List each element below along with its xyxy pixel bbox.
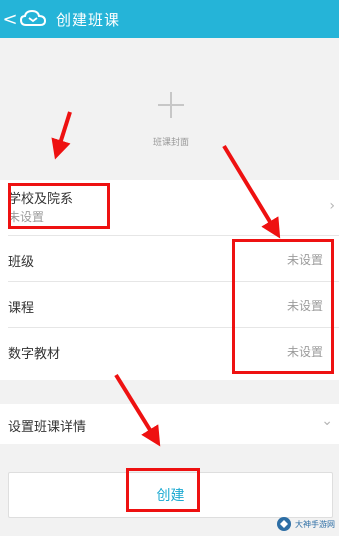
chevron-down-icon: ⌄ — [321, 413, 333, 429]
chevron-right-icon: › — [329, 198, 335, 214]
watermark: 大神手游网 — [276, 516, 335, 532]
add-cover-icon[interactable] — [158, 92, 184, 118]
cover-upload[interactable]: 班课封面 — [0, 38, 339, 180]
back-button[interactable]: < — [2, 0, 18, 38]
cover-label: 班课封面 — [152, 138, 189, 148]
details-label: 设置班课详情 — [8, 420, 87, 435]
course-label: 课程 — [8, 301, 35, 316]
annotation-box-create — [126, 468, 200, 512]
app-header: < 创建班课 — [0, 0, 339, 38]
material-label: 数字教材 — [8, 347, 61, 362]
page-title: 创建班课 — [56, 10, 121, 29]
annotation-box-school — [8, 183, 110, 229]
cloud-logo-icon — [20, 9, 46, 26]
details-row[interactable]: 设置班课详情 ⌄ — [0, 404, 339, 444]
back-icon: < — [2, 8, 18, 30]
class-label: 班级 — [8, 255, 35, 270]
annotation-box-values — [232, 239, 334, 374]
watermark-logo-icon — [277, 517, 291, 531]
watermark-text: 大神手游网 — [295, 519, 335, 529]
